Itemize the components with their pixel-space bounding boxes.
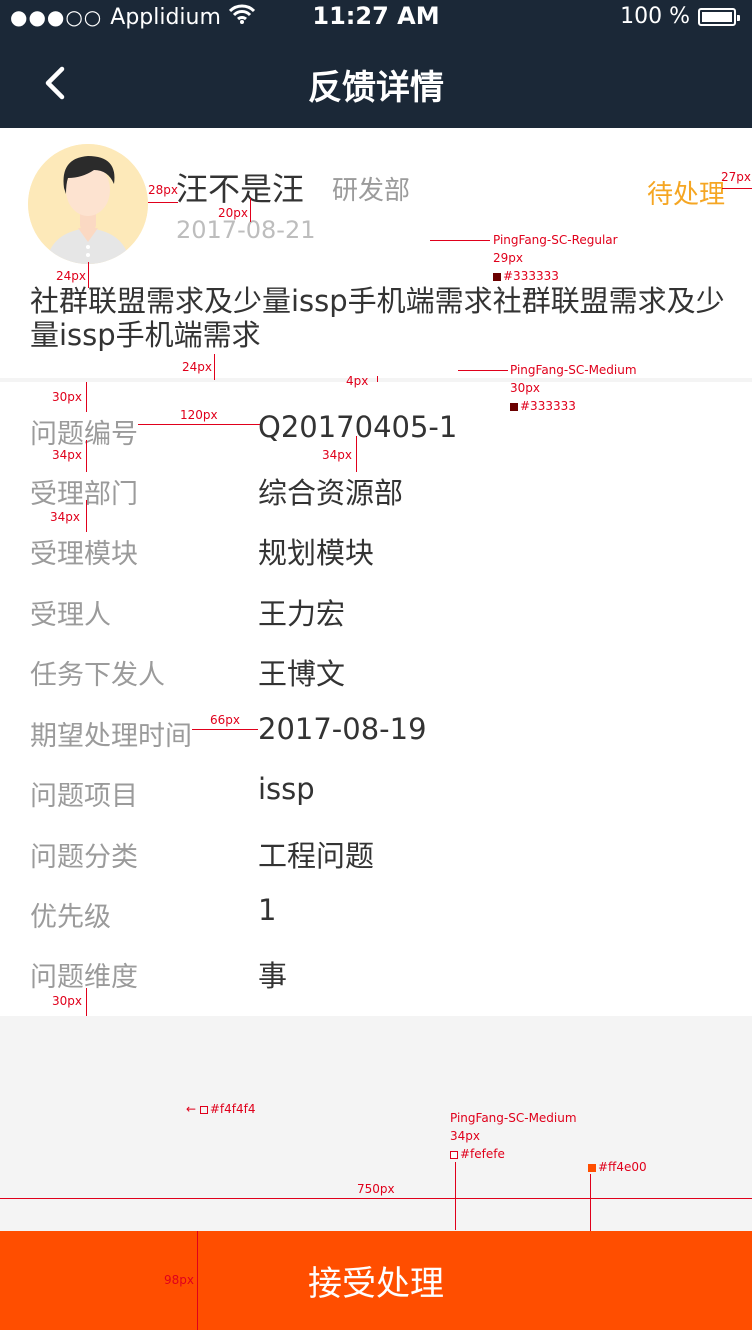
annotation-label: 24px: [182, 360, 212, 374]
annotation-label: #fefefe: [450, 1147, 505, 1161]
accept-button-label: 接受处理: [308, 1264, 444, 1304]
page-title: 反馈详情: [308, 68, 444, 108]
annotation-label: 4px: [346, 374, 369, 388]
annotation-label: #333333: [520, 399, 576, 413]
annotation-label: #333333: [503, 269, 559, 283]
detail-value: issp: [258, 772, 315, 806]
detail-label: 任务下发人: [30, 660, 165, 691]
detail-row-expected-time: 期望处理时间 2017-08-19: [0, 712, 752, 754]
annotation-label: 34px: [50, 510, 80, 524]
detail-value: Q20170405-1: [258, 410, 458, 444]
annotation-line: [430, 240, 490, 241]
detail-label: 受理模块: [30, 539, 138, 570]
annotation-label: 28px: [148, 183, 178, 197]
detail-row-dimension: 问题维度 事: [0, 955, 752, 995]
annotation-label: 34px: [450, 1129, 480, 1143]
annotation-label: 20px: [218, 206, 248, 220]
detail-list: 问题编号 Q20170405-1 受理部门 综合资源部 受理模块 规划模块 受理…: [0, 382, 752, 1016]
annotation-line: [148, 202, 178, 203]
annotation-label: 66px: [210, 713, 240, 727]
annotation-label: #ff4e00: [588, 1160, 647, 1174]
annotation-line: [86, 500, 87, 532]
status-badge: 待处理: [647, 180, 726, 210]
annotation-line: [86, 440, 87, 472]
annotation-label: #fefefe: [460, 1147, 505, 1161]
detail-row-module: 受理模块 规划模块: [0, 532, 752, 572]
annotation-label: 30px: [510, 381, 540, 395]
annotation-label: 34px: [52, 448, 82, 462]
detail-value: 工程问题: [258, 839, 375, 873]
user-department: 研发部: [332, 176, 411, 206]
annotation-line: [86, 382, 87, 412]
detail-value: 王力宏: [258, 597, 346, 631]
annotation-label: 24px: [56, 269, 86, 283]
detail-row-project: 问题项目 issp: [0, 772, 752, 814]
annotation-label: 30px: [52, 390, 82, 404]
annotation-line: [590, 1174, 591, 1234]
annotation-line: [214, 354, 215, 380]
annotation-label: 34px: [322, 448, 352, 462]
detail-row-department: 受理部门 综合资源部: [0, 472, 752, 512]
detail-row-issue-number: 问题编号 Q20170405-1: [0, 410, 752, 452]
annotation-label: 27px: [721, 170, 751, 184]
battery-percentage: 100 %: [620, 4, 690, 29]
detail-label: 问题维度: [30, 962, 138, 993]
annotation-line: [197, 1231, 198, 1330]
annotation-label: ← #f4f4f4: [186, 1102, 256, 1116]
feedback-date: 2017-08-21: [176, 216, 316, 244]
annotation-label: PingFang-SC-Medium: [450, 1111, 577, 1125]
annotation-line: [138, 424, 260, 425]
annotation-label: 30px: [52, 994, 82, 1008]
detail-row-issuer: 任务下发人 王博文: [0, 653, 752, 693]
annotation-line: [356, 436, 357, 472]
feedback-content: 社群联盟需求及少量issp手机端需求社群联盟需求及少量issp手机端需求: [30, 284, 725, 352]
annotation-label: #f4f4f4: [209, 1102, 256, 1116]
annotation-line: [377, 376, 378, 382]
annotation-label: #333333: [493, 269, 559, 283]
annotation-line: [458, 370, 508, 371]
detail-label: 受理人: [30, 600, 111, 631]
avatar: [28, 144, 148, 264]
accept-button[interactable]: 接受处理: [0, 1231, 752, 1330]
annotation-label: 120px: [180, 408, 218, 422]
battery-icon: [698, 7, 740, 26]
annotation-line: [250, 198, 251, 222]
detail-value: 2017-08-19: [258, 712, 427, 746]
annotation-line: [86, 988, 87, 1016]
annotation-label: #ff4e00: [598, 1160, 647, 1174]
annotation-label: PingFang-SC-Medium: [510, 363, 637, 377]
detail-label: 问题编号: [30, 419, 138, 450]
annotation-line: [192, 729, 258, 730]
detail-label: 期望处理时间: [30, 721, 192, 752]
annotation-line: [0, 1198, 752, 1199]
detail-value: 综合资源部: [258, 476, 404, 510]
annotation-label: 29px: [493, 251, 523, 265]
user-name: 汪不是汪: [176, 170, 305, 208]
detail-value: 规划模块: [258, 536, 375, 570]
status-bar-right: 100 %: [620, 4, 740, 29]
detail-label: 问题分类: [30, 842, 138, 873]
annotation-label: PingFang-SC-Regular: [493, 233, 618, 247]
detail-value: 1: [258, 893, 277, 927]
detail-value: 王博文: [258, 657, 346, 691]
annotation-line: [722, 188, 752, 189]
annotation-line: [88, 262, 89, 288]
annotation-line: [455, 1162, 456, 1230]
annotation-label: 750px: [357, 1182, 395, 1196]
detail-label: 问题项目: [30, 781, 138, 812]
detail-row-category: 问题分类 工程问题: [0, 835, 752, 875]
detail-value: 事: [258, 959, 288, 993]
detail-row-assignee: 受理人 王力宏: [0, 593, 752, 633]
detail-label: 受理部门: [30, 479, 138, 510]
annotation-label: #333333: [510, 399, 576, 413]
detail-label: 优先级: [30, 902, 111, 933]
detail-row-priority: 优先级 1: [0, 893, 752, 935]
annotation-label: 98px: [164, 1273, 194, 1287]
